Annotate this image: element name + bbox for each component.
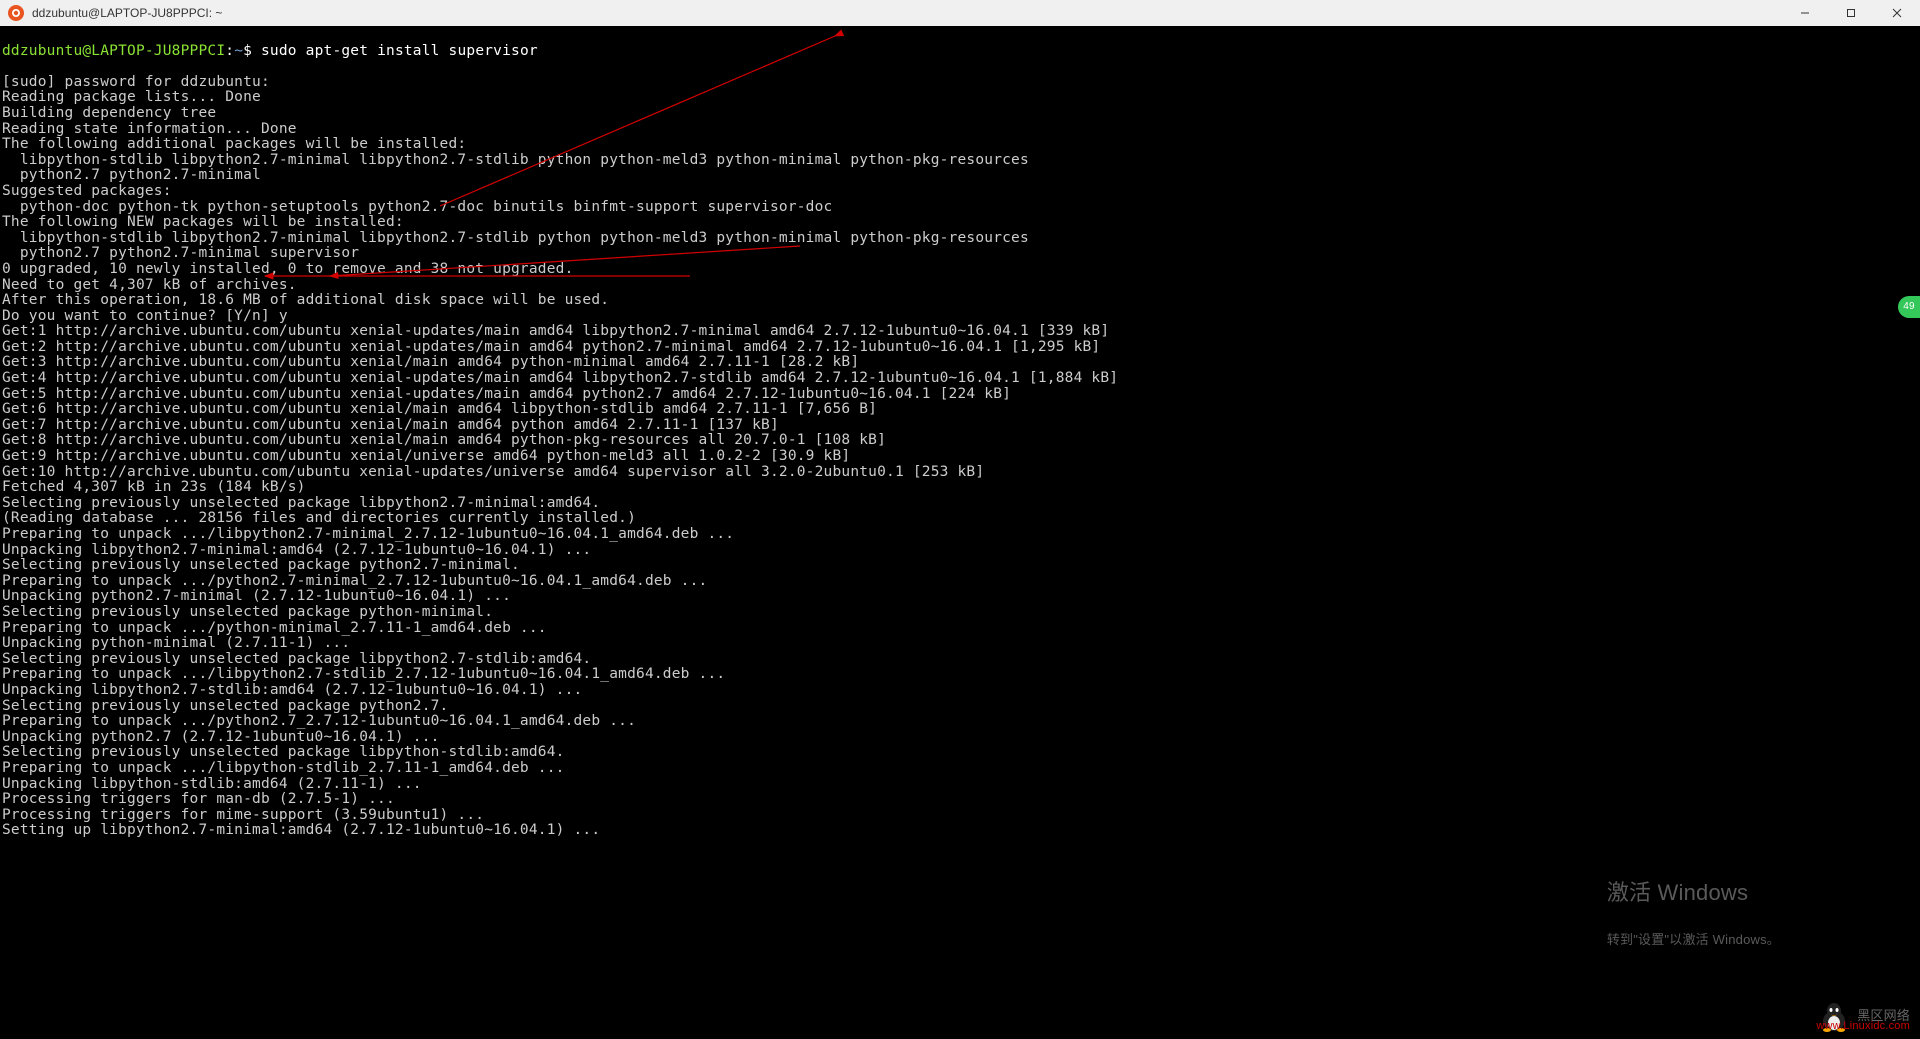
terminal-line: Processing triggers for mime-support (3.… (2, 808, 1920, 824)
terminal-line: Do you want to continue? [Y/n] y (2, 309, 1920, 325)
terminal-line: Reading package lists... Done (2, 90, 1920, 106)
maximize-button[interactable] (1828, 0, 1874, 26)
terminal-line: Get:2 http://archive.ubuntu.com/ubuntu x… (2, 340, 1920, 356)
terminal-line: Get:7 http://archive.ubuntu.com/ubuntu x… (2, 418, 1920, 434)
minimize-button[interactable] (1782, 0, 1828, 26)
prompt-path: ~ (234, 43, 243, 59)
terminal-line: The following additional packages will b… (2, 137, 1920, 153)
terminal-line: Reading state information... Done (2, 122, 1920, 138)
terminal-line: The following NEW packages will be insta… (2, 215, 1920, 231)
terminal-line: Selecting previously unselected package … (2, 745, 1920, 761)
terminal-line: Need to get 4,307 kB of archives. (2, 278, 1920, 294)
badge-count: 49 (1903, 299, 1915, 315)
terminal-line: libpython-stdlib libpython2.7-minimal li… (2, 231, 1920, 247)
terminal-line: Selecting previously unselected package … (2, 652, 1920, 668)
terminal-line: Unpacking python-minimal (2.7.11-1) ... (2, 636, 1920, 652)
terminal-line: Building dependency tree (2, 106, 1920, 122)
command-text: sudo apt-get install supervisor (261, 43, 538, 59)
close-button[interactable] (1874, 0, 1920, 26)
terminal-line: After this operation, 18.6 MB of additio… (2, 293, 1920, 309)
terminal-line: Selecting previously unselected package … (2, 496, 1920, 512)
terminal-line: Get:8 http://archive.ubuntu.com/ubuntu x… (2, 433, 1920, 449)
prompt-user-host: ddzubuntu@LAPTOP-JU8PPPCI (2, 43, 225, 59)
terminal-output[interactable]: ddzubuntu@LAPTOP-JU8PPPCI:~$ sudo apt-ge… (0, 26, 1920, 1039)
terminal-line: [sudo] password for ddzubuntu: (2, 75, 1920, 91)
terminal-line: Get:6 http://archive.ubuntu.com/ubuntu x… (2, 402, 1920, 418)
watermark-logo-url: www.Linuxidc.com (1816, 1019, 1910, 1035)
terminal-line: Unpacking python2.7 (2.7.12-1ubuntu0~16.… (2, 730, 1920, 746)
terminal-line: Preparing to unpack .../libpython2.7-std… (2, 667, 1920, 683)
terminal-line: Get:9 http://archive.ubuntu.com/ubuntu x… (2, 449, 1920, 465)
terminal-line: Selecting previously unselected package … (2, 699, 1920, 715)
terminal-line: Selecting previously unselected package … (2, 558, 1920, 574)
terminal-line: (Reading database ... 28156 files and di… (2, 511, 1920, 527)
windows-activation-watermark: 激活 Windows 转到"设置"以激活 Windows。 (1607, 854, 1780, 979)
window-controls (1782, 0, 1920, 26)
site-watermark: 黑区网络 www.Linuxidc.com (1817, 999, 1910, 1033)
terminal-line: Unpacking python2.7-minimal (2.7.12-1ubu… (2, 589, 1920, 605)
terminal-line: Get:10 http://archive.ubuntu.com/ubuntu … (2, 465, 1920, 481)
terminal-line: python2.7 python2.7-minimal (2, 168, 1920, 184)
terminal-line: Get:5 http://archive.ubuntu.com/ubuntu x… (2, 387, 1920, 403)
terminal-line: Fetched 4,307 kB in 23s (184 kB/s) (2, 480, 1920, 496)
prompt-dollar: $ (243, 43, 261, 59)
terminal-line: Selecting previously unselected package … (2, 605, 1920, 621)
ubuntu-icon (8, 5, 24, 21)
terminal-line: libpython-stdlib libpython2.7-minimal li… (2, 153, 1920, 169)
terminal-line: Preparing to unpack .../python2.7-minima… (2, 574, 1920, 590)
terminal-line: Preparing to unpack .../libpython2.7-min… (2, 527, 1920, 543)
terminal-line: Preparing to unpack .../python-minimal_2… (2, 621, 1920, 637)
terminal-line: Setting up libpython2.7-minimal:amd64 (2… (2, 823, 1920, 839)
window-title: ddzubuntu@LAPTOP-JU8PPPCI: ~ (32, 6, 222, 20)
terminal-line: Preparing to unpack .../python2.7_2.7.12… (2, 714, 1920, 730)
terminal-line: Suggested packages: (2, 184, 1920, 200)
terminal-line: python2.7 python2.7-minimal supervisor (2, 246, 1920, 262)
terminal-line: Processing triggers for man-db (2.7.5-1)… (2, 792, 1920, 808)
notification-badge[interactable]: 49 (1898, 296, 1920, 318)
prompt-line: ddzubuntu@LAPTOP-JU8PPPCI:~$ sudo apt-ge… (2, 44, 1920, 60)
watermark-line2: 转到"设置"以激活 Windows。 (1607, 932, 1780, 948)
terminal-line: Unpacking libpython2.7-minimal:amd64 (2.… (2, 543, 1920, 559)
prompt-sep: : (225, 43, 234, 59)
terminal-line: Unpacking libpython2.7-stdlib:amd64 (2.7… (2, 683, 1920, 699)
watermark-line1: 激活 Windows (1607, 885, 1780, 901)
terminal-line: Get:1 http://archive.ubuntu.com/ubuntu x… (2, 324, 1920, 340)
terminal-line: 0 upgraded, 10 newly installed, 0 to rem… (2, 262, 1920, 278)
terminal-line: Preparing to unpack .../libpython-stdlib… (2, 761, 1920, 777)
terminal-line: python-doc python-tk python-setuptools p… (2, 200, 1920, 216)
terminal-line: Unpacking libpython-stdlib:amd64 (2.7.11… (2, 777, 1920, 793)
window-titlebar: ddzubuntu@LAPTOP-JU8PPPCI: ~ (0, 0, 1920, 26)
terminal-line: Get:3 http://archive.ubuntu.com/ubuntu x… (2, 355, 1920, 371)
terminal-line: Get:4 http://archive.ubuntu.com/ubuntu x… (2, 371, 1920, 387)
